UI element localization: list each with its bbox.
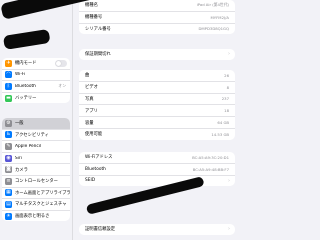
control-center-icon: ≡	[5, 177, 12, 185]
row-label: 使用可能	[85, 132, 103, 138]
airplane-mode-toggle[interactable]	[55, 60, 67, 67]
sidebar-item-label: 一般	[15, 121, 24, 127]
row-value: 237	[221, 96, 229, 102]
gear-icon: ⚙	[5, 119, 12, 127]
info-row-serial-number[interactable]: シリアル番号 DMPD3D8Q1GQ	[79, 24, 235, 35]
info-row-available: 使用可能 14.53 GB	[79, 129, 235, 140]
row-label: ビデオ	[85, 85, 98, 91]
sidebar-item-general[interactable]: ⚙ 一般	[2, 118, 70, 130]
certificate-trust-row[interactable]: 証明書信頼設定 ›	[79, 224, 235, 235]
sidebar-item-bluetooth[interactable]: ᛒ Bluetooth オン	[2, 81, 70, 93]
row-value: BC:A5:A9:48:BB:F7	[192, 166, 229, 172]
row-label: 容量	[85, 120, 94, 126]
coverage-group: 保証期間切れ ›	[79, 49, 235, 60]
sidebar-item-battery[interactable]: ▬ バッテリー	[2, 93, 70, 104]
sidebar: ✈ 機内モード ◠ Wi-Fi ᛒ Bluetooth オン ▬ バッテリー ⚙…	[0, 0, 72, 240]
sidebar-item-wifi[interactable]: ◠ Wi-Fi	[2, 70, 70, 82]
row-value: MYFM2J/A	[210, 14, 229, 20]
brightness-icon: ☀	[5, 212, 12, 220]
row-value: 64 GB	[217, 120, 229, 126]
sidebar-item-label: コントロールセンター	[15, 179, 58, 185]
sidebar-item-label: アクセシビリティ	[15, 132, 49, 138]
sidebar-group-connectivity: ✈ 機内モード ◠ Wi-Fi ᛒ Bluetooth オン ▬ バッテリー	[2, 58, 70, 104]
sidebar-item-camera[interactable]: ◙ カメラ	[2, 164, 70, 176]
row-value: DMPD3D8Q1GQ	[198, 26, 229, 32]
row-value: BC:A5:A9:3C:20:D1	[192, 154, 229, 160]
row-value: 14.53 GB	[211, 131, 229, 137]
bluetooth-icon: ᛒ	[5, 82, 12, 90]
row-label: Wi-Fiアドレス	[85, 155, 113, 161]
pencil-icon: ✎	[5, 142, 12, 150]
row-value: 18	[224, 108, 229, 114]
airplane-icon: ✈	[5, 59, 12, 67]
sidebar-item-label: マルチタスクとジェスチャ	[15, 202, 67, 208]
home-screen-icon: ▦	[5, 189, 12, 197]
info-row-capacity: 容量 64 GB	[79, 117, 235, 129]
row-label: 機種番号	[85, 15, 103, 21]
certificate-group: 証明書信頼設定 ›	[79, 224, 235, 235]
sidebar-item-siri[interactable]: ◉ Siri	[2, 153, 70, 165]
chevron-right-icon: ›	[228, 177, 230, 184]
sidebar-item-airplane-mode[interactable]: ✈ 機内モード	[2, 58, 70, 70]
row-label: 曲	[85, 73, 90, 79]
row-label: アプリ	[85, 108, 98, 114]
row-label: シリアル番号	[85, 26, 111, 32]
accessibility-icon: ♿	[5, 131, 12, 139]
sidebar-item-control-center[interactable]: ≡ コントロールセンター	[2, 176, 70, 188]
row-label: SEID	[85, 178, 96, 184]
camera-icon: ◙	[5, 166, 12, 174]
battery-icon: ▬	[5, 94, 12, 102]
about-panel: 機種名 iPad Air (第4世代) 機種番号 MYFM2J/A シリアル番号…	[72, 0, 241, 240]
info-row-seid[interactable]: SEID ›	[79, 176, 235, 187]
info-row-wifi-address: Wi-Fiアドレス BC:A5:A9:3C:20:D1	[79, 152, 235, 164]
row-label: 写真	[85, 96, 94, 102]
coverage-row[interactable]: 保証期間切れ ›	[79, 49, 235, 60]
sidebar-item-label: Apple Pencil	[15, 143, 42, 149]
siri-icon: ◉	[5, 154, 12, 162]
info-row-songs: 曲 26	[79, 70, 235, 82]
sidebar-item-label: Wi-Fi	[15, 72, 26, 78]
network-group: Wi-Fiアドレス BC:A5:A9:3C:20:D1 Bluetooth BC…	[79, 152, 235, 187]
info-row-bluetooth-address: Bluetooth BC:A5:A9:48:BB:F7	[79, 164, 235, 176]
wifi-icon: ◠	[5, 71, 12, 79]
sidebar-group-general: ⚙ 一般 ♿ アクセシビリティ ✎ Apple Pencil ◉ Siri ◙ …	[2, 118, 70, 222]
device-info-group: 機種名 iPad Air (第4世代) 機種番号 MYFM2J/A シリアル番号…	[79, 0, 235, 35]
row-label: 保証期間切れ	[85, 52, 111, 58]
sidebar-item-home-screen[interactable]: ▦ ホーム画面とアプリライブラリ	[2, 188, 70, 200]
sidebar-item-label: Siri	[15, 155, 22, 161]
row-label: Bluetooth	[85, 166, 106, 172]
multitasking-icon: ▤	[5, 200, 12, 208]
sidebar-item-label: バッテリー	[15, 96, 37, 102]
sidebar-item-accessibility[interactable]: ♿ アクセシビリティ	[2, 130, 70, 142]
info-row-apps: アプリ 18	[79, 105, 235, 118]
sidebar-item-label: 画面表示と明るさ	[15, 214, 50, 220]
info-row-videos: ビデオ 8	[79, 82, 235, 94]
sidebar-item-display-brightness[interactable]: ☀ 画面表示と明るさ	[2, 211, 70, 222]
row-value: 8	[226, 84, 229, 90]
bluetooth-status: オン	[58, 83, 66, 89]
row-value: iPad Air (第4世代)	[196, 2, 229, 8]
media-stats-group: 曲 26 ビデオ 8 写真 237 アプリ 18 容量 64 GB 使用可能 1…	[79, 70, 235, 140]
sidebar-item-multitasking[interactable]: ▤ マルチタスクとジェスチャ	[2, 199, 70, 211]
sidebar-item-apple-pencil[interactable]: ✎ Apple Pencil	[2, 141, 70, 153]
redacted-profile-scribble	[2, 28, 51, 50]
sidebar-item-label: Bluetooth	[15, 83, 36, 89]
info-row-model-name: 機種名 iPad Air (第4世代)	[79, 0, 235, 12]
sidebar-item-label: 機内モード	[15, 61, 37, 67]
row-label: 証明書信頼設定	[85, 227, 116, 233]
chevron-right-icon: ›	[228, 51, 230, 58]
chevron-right-icon: ›	[228, 226, 230, 233]
info-row-photos: 写真 237	[79, 94, 235, 106]
info-row-model-number[interactable]: 機種番号 MYFM2J/A	[79, 12, 235, 24]
sidebar-item-label: ホーム画面とアプリライブラリ	[15, 190, 70, 196]
row-value: 26	[224, 72, 229, 78]
sidebar-item-label: カメラ	[15, 167, 28, 173]
row-label: 機種名	[85, 3, 98, 9]
